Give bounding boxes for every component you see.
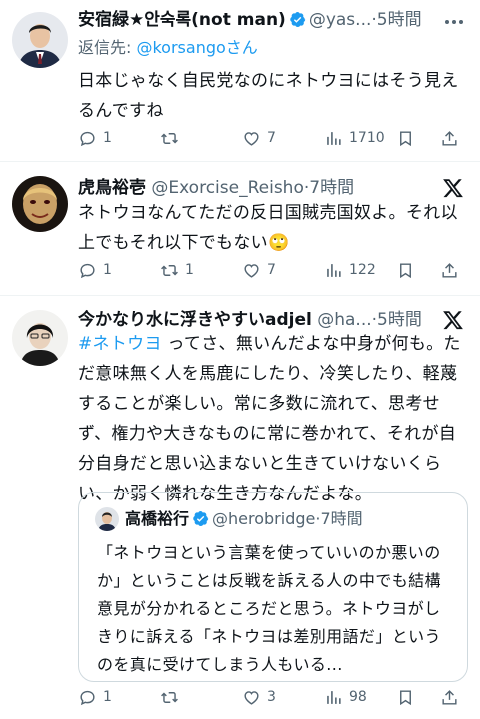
retweet-icon bbox=[161, 264, 178, 276]
tweet-header: 安宿緑★안숙록(not man) @yas...·5時間 bbox=[78, 8, 430, 32]
action-bar: 1 3 98 bbox=[78, 685, 464, 709]
handle[interactable]: @Exorcise_Reisho bbox=[151, 178, 303, 198]
bookmark-icon bbox=[400, 262, 411, 278]
quoted-tweet[interactable]: 高橋裕行 @herobridge·7時間 「ネトウヨという言葉を使っていいのか悪い… bbox=[78, 492, 468, 682]
reply-to-label: 返信先: bbox=[78, 38, 137, 57]
like-button[interactable]: 7 bbox=[242, 126, 276, 150]
quoted-display-name[interactable]: 高橋裕行 bbox=[125, 509, 189, 528]
timestamp[interactable]: 5時間 bbox=[377, 310, 422, 330]
view-count: 98 bbox=[349, 689, 367, 705]
heart-icon bbox=[244, 131, 259, 146]
retweet-button[interactable]: 1 bbox=[160, 258, 194, 282]
heart-icon bbox=[244, 690, 259, 705]
reply-button[interactable]: 1 bbox=[78, 258, 112, 282]
tweet-header: 虎鳥裕壱 @Exorcise_Reisho·7時間 bbox=[78, 176, 430, 200]
hashtag-link[interactable]: #ネトウヨ bbox=[78, 334, 162, 354]
tweet-2[interactable]: 虎鳥裕壱 @Exorcise_Reisho·7時間 ネトウヨなんてただの反日国賊… bbox=[0, 162, 480, 295]
like-count: 7 bbox=[267, 130, 276, 146]
tweet-text-body: ってさ、無いんだよな中身が何も。ただ意味無く人を馬鹿にしたり、冷笑したり、軽蔑す… bbox=[78, 334, 461, 504]
views-button[interactable]: 98 bbox=[324, 685, 367, 709]
action-bar: 1 1 7 122 bbox=[78, 258, 464, 282]
reply-icon bbox=[80, 263, 95, 278]
x-logo[interactable] bbox=[442, 309, 464, 331]
views-button[interactable]: 122 bbox=[324, 258, 376, 282]
bookmark-button[interactable] bbox=[396, 685, 415, 709]
views-icon bbox=[327, 690, 341, 704]
reply-count: 1 bbox=[103, 130, 112, 146]
tweet-text: #ネトウヨ ってさ、無いんだよな中身が何も。ただ意味無く人を馬鹿にしたり、冷笑し… bbox=[78, 329, 468, 509]
views-icon bbox=[327, 263, 341, 277]
tweet-1[interactable]: 安宿緑★안숙록(not man) @yas...·5時間 返信先: @korsan… bbox=[0, 0, 480, 160]
reply-icon bbox=[80, 131, 95, 146]
timestamp[interactable]: 5時間 bbox=[377, 10, 422, 30]
display-name[interactable]: 安宿緑★안숙록(not man) bbox=[78, 10, 286, 30]
avatar[interactable] bbox=[12, 176, 68, 232]
handle[interactable]: @ha... bbox=[317, 310, 371, 330]
like-button[interactable]: 7 bbox=[242, 258, 276, 282]
views-button[interactable]: 1710 bbox=[324, 126, 385, 150]
reply-count: 1 bbox=[103, 689, 112, 705]
verified-badge-icon bbox=[193, 511, 209, 526]
reply-icon bbox=[80, 690, 95, 705]
action-bar: 1 7 1710 bbox=[78, 126, 464, 150]
share-icon bbox=[442, 262, 457, 278]
share-icon bbox=[442, 130, 457, 146]
like-button[interactable]: 3 bbox=[242, 685, 276, 709]
view-count: 1710 bbox=[349, 130, 385, 146]
tweet-text: 日本じゃなく自民党なのにネトウヨにはそう見えるんですね bbox=[78, 71, 459, 121]
reply-to-handle[interactable]: @korsangoさん bbox=[136, 38, 257, 57]
share-button[interactable] bbox=[440, 258, 459, 282]
bookmark-button[interactable] bbox=[396, 126, 415, 150]
more-icon bbox=[445, 20, 463, 24]
quoted-header: 高橋裕行 @herobridge·7時間 bbox=[125, 507, 363, 531]
share-icon bbox=[442, 689, 457, 705]
quoted-avatar[interactable] bbox=[95, 507, 119, 531]
display-name[interactable]: 虎鳥裕壱 bbox=[78, 178, 146, 198]
handle[interactable]: @yas... bbox=[309, 10, 372, 30]
bookmark-button[interactable] bbox=[396, 258, 415, 282]
like-count: 3 bbox=[267, 689, 276, 705]
retweet-button[interactable] bbox=[160, 126, 185, 150]
avatar[interactable] bbox=[12, 310, 68, 366]
reply-button[interactable]: 1 bbox=[78, 126, 112, 150]
views-icon bbox=[327, 131, 341, 145]
display-name[interactable]: 今かなり水に浮きやすいadjel bbox=[78, 310, 312, 330]
bookmark-icon bbox=[400, 689, 411, 705]
x-logo-icon bbox=[443, 311, 463, 330]
x-logo[interactable] bbox=[442, 177, 464, 199]
verified-badge-icon bbox=[290, 12, 306, 27]
tweet-3[interactable]: 今かなり水に浮きやすいadjel @ha...·5時間 #ネトウヨ ってさ、無い… bbox=[0, 296, 480, 719]
heart-icon bbox=[244, 263, 259, 278]
bookmark-icon bbox=[400, 130, 411, 146]
retweet-count: 1 bbox=[185, 262, 194, 278]
more-options-button[interactable] bbox=[442, 10, 466, 34]
timestamp[interactable]: 7時間 bbox=[309, 178, 354, 198]
retweet-icon bbox=[161, 132, 178, 144]
quoted-text: 「ネトウヨという言葉を使っていいのか悪いのか」ということは反戦を訴える人の中でも… bbox=[97, 543, 441, 674]
avatar[interactable] bbox=[12, 12, 68, 68]
share-button[interactable] bbox=[440, 685, 459, 709]
reply-count: 1 bbox=[103, 262, 112, 278]
share-button[interactable] bbox=[440, 126, 459, 150]
view-count: 122 bbox=[349, 262, 376, 278]
x-logo-icon bbox=[443, 179, 463, 198]
quoted-timestamp[interactable]: 7時間 bbox=[320, 509, 362, 528]
tweet-text: ネトウヨなんてただの反日国賊売国奴よ。それ以上でもそれ以下でもない🙄 bbox=[78, 203, 458, 253]
reply-button[interactable]: 1 bbox=[78, 685, 112, 709]
retweet-button[interactable] bbox=[160, 685, 185, 709]
quoted-handle[interactable]: @herobridge bbox=[212, 509, 315, 528]
retweet-icon bbox=[161, 691, 178, 703]
reply-to-line: 返信先: @korsangoさん bbox=[78, 36, 258, 60]
like-count: 7 bbox=[267, 262, 276, 278]
